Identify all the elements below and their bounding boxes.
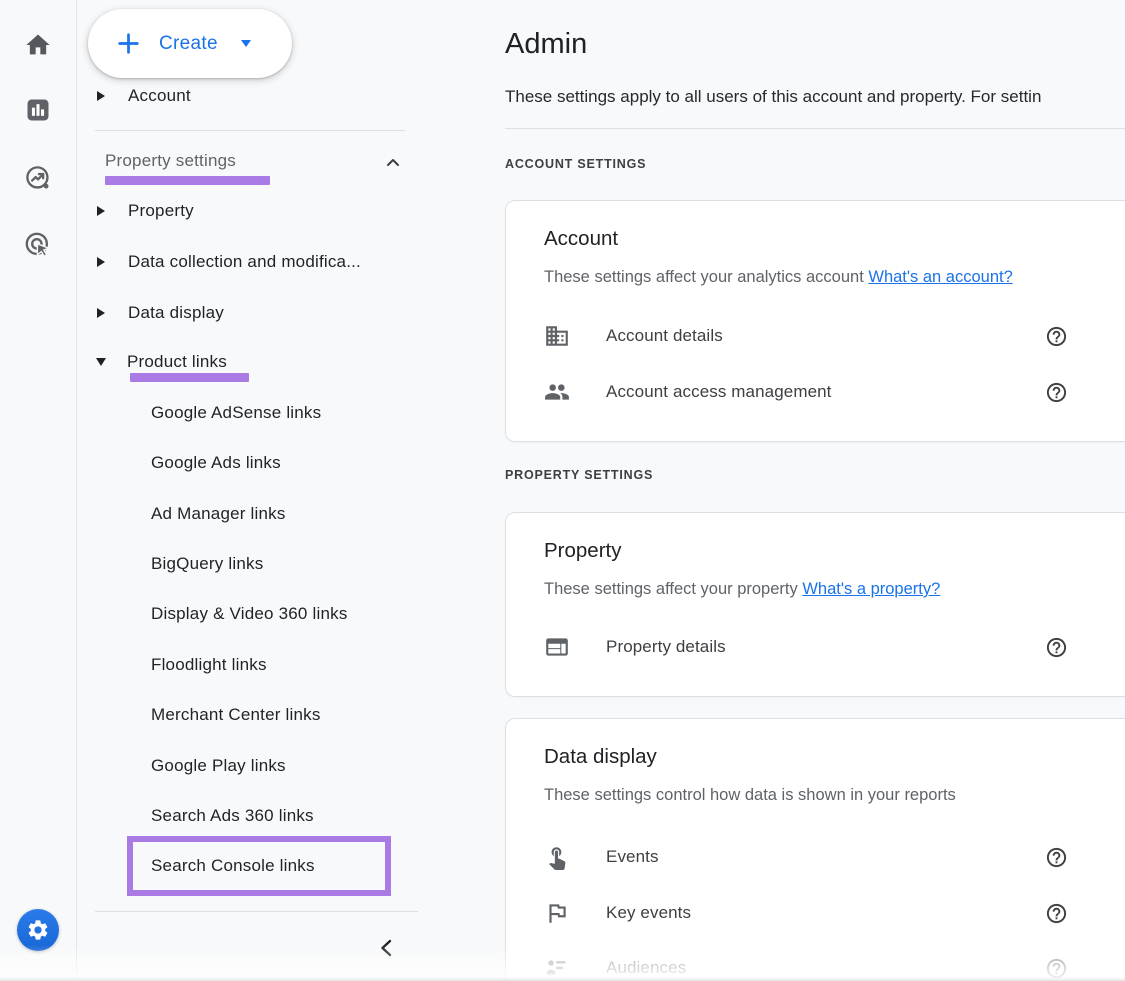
- chevron-up-icon[interactable]: [384, 154, 402, 170]
- sidebar-item-label: Search Console links: [151, 856, 315, 876]
- explore-icon[interactable]: [24, 164, 52, 192]
- card-row-label: Events: [606, 847, 1045, 867]
- card-row-property-details[interactable]: Property details: [544, 630, 1068, 664]
- flag-icon: [544, 900, 570, 926]
- card-row-account-access-management[interactable]: Account access management: [544, 375, 1068, 409]
- sidebar-item-label: Google AdSense links: [151, 403, 321, 423]
- whats-a-property-link[interactable]: What's a property?: [802, 580, 940, 598]
- sidebar-item-label: Google Play links: [151, 756, 286, 776]
- caret-down-icon: [241, 40, 251, 47]
- sidebar-item-data-collection[interactable]: Data collection and modifica...: [97, 249, 361, 275]
- sidebar-item-ad-manager-links[interactable]: Ad Manager links: [151, 501, 286, 527]
- property-card: Property These settings affect your prop…: [505, 512, 1125, 697]
- sidebar-item-floodlight-links[interactable]: Floodlight links: [151, 652, 267, 678]
- card-row-events[interactable]: Events: [544, 840, 1068, 874]
- create-button[interactable]: Create: [88, 9, 292, 78]
- card-description-text: These settings control how data is shown…: [544, 786, 956, 804]
- card-description-text: These settings affect your property: [544, 580, 802, 598]
- card-title: Property: [544, 539, 621, 563]
- sidebar-item-label: Product links: [127, 352, 227, 372]
- sidebar-item-label: Data collection and modifica...: [128, 252, 361, 272]
- sidebar-item-label: Ad Manager links: [151, 504, 286, 524]
- divider: [505, 128, 1125, 129]
- people-icon: [544, 379, 570, 405]
- page-title: Admin: [505, 28, 587, 61]
- touch-icon: [544, 844, 570, 870]
- expand-right-icon: [97, 206, 105, 216]
- help-icon[interactable]: [1045, 381, 1068, 404]
- expand-right-icon: [97, 257, 105, 267]
- plus-icon: [115, 30, 142, 57]
- card-description: These settings affect your property What…: [544, 580, 940, 599]
- admin-main-content: Admin These settings apply to all users …: [505, 0, 1125, 981]
- sidebar-item-label: Merchant Center links: [151, 705, 321, 725]
- help-icon[interactable]: [1045, 846, 1068, 869]
- help-icon[interactable]: [1045, 957, 1068, 980]
- home-icon[interactable]: [24, 31, 52, 59]
- card-row-label: Account access management: [606, 382, 1045, 402]
- divider: [95, 911, 418, 912]
- page-subtitle: These settings apply to all users of thi…: [505, 87, 1041, 107]
- sidebar-item-label: Property: [128, 201, 194, 221]
- card-row-key-events[interactable]: Key events: [544, 896, 1068, 930]
- help-icon[interactable]: [1045, 325, 1068, 348]
- section-label-account-settings: ACCOUNT SETTINGS: [505, 157, 646, 171]
- app-rail: [0, 0, 77, 981]
- card-title: Data display: [544, 745, 657, 769]
- whats-an-account-link[interactable]: What's an account?: [868, 268, 1012, 286]
- building-icon: [544, 323, 570, 349]
- sidebar-item-merchant-center-links[interactable]: Merchant Center links: [151, 702, 321, 728]
- account-card: Account These settings affect your analy…: [505, 200, 1125, 442]
- sidebar-item-bigquery-links[interactable]: BigQuery links: [151, 551, 263, 577]
- sidebar-item-label: Search Ads 360 links: [151, 806, 314, 826]
- sidebar-item-product-links[interactable]: Product links: [96, 349, 227, 375]
- sidebar-item-label: Google Ads links: [151, 453, 281, 473]
- advertising-icon[interactable]: [24, 231, 52, 259]
- card-row-label: Audiences: [606, 958, 1045, 978]
- reports-icon[interactable]: [24, 96, 52, 124]
- ga-admin-page: Create Account Property settings Propert…: [0, 0, 1125, 981]
- card-row-label: Account details: [606, 326, 1045, 346]
- sidebar-item-search-ads-360-links[interactable]: Search Ads 360 links: [151, 803, 314, 829]
- sidebar-item-label: BigQuery links: [151, 554, 263, 574]
- card-description: These settings control how data is shown…: [544, 786, 956, 805]
- card-row-label: Key events: [606, 903, 1045, 923]
- expand-down-icon: [96, 358, 106, 366]
- web-icon: [544, 634, 570, 660]
- sidebar-item-label: Data display: [128, 303, 224, 323]
- sidebar-item-display-video-360-links[interactable]: Display & Video 360 links: [151, 601, 348, 627]
- card-row-label: Property details: [606, 637, 1045, 657]
- annotation-underline-product-links: [130, 373, 249, 382]
- sidebar-section-property-settings[interactable]: Property settings: [105, 148, 236, 174]
- sidebar-item-label: Floodlight links: [151, 655, 267, 675]
- divider: [95, 130, 405, 131]
- create-label: Create: [159, 33, 218, 55]
- expand-right-icon: [97, 91, 105, 101]
- sidebar-item-search-console-links[interactable]: Search Console links: [151, 853, 315, 879]
- card-row-audiences[interactable]: Audiences: [544, 951, 1068, 981]
- section-header-label: Property settings: [105, 151, 236, 171]
- section-label-property-settings: PROPERTY SETTINGS: [505, 468, 653, 482]
- annotation-underline-property-settings: [105, 176, 270, 185]
- card-row-account-details[interactable]: Account details: [544, 319, 1068, 353]
- sidebar-item-label: Account: [128, 86, 191, 106]
- audiences-icon: [544, 955, 570, 981]
- sidebar-item-data-display[interactable]: Data display: [97, 300, 224, 326]
- sidebar-item-property[interactable]: Property: [97, 198, 194, 224]
- card-description-text: These settings affect your analytics acc…: [544, 268, 868, 286]
- sidebar-item-label: Display & Video 360 links: [151, 604, 348, 624]
- sidebar-item-account[interactable]: Account: [97, 83, 191, 109]
- card-description: These settings affect your analytics acc…: [544, 268, 1013, 287]
- card-title: Account: [544, 227, 618, 251]
- expand-right-icon: [97, 308, 105, 318]
- data-display-card: Data display These settings control how …: [505, 718, 1125, 981]
- sidebar-item-google-adsense-links[interactable]: Google AdSense links: [151, 400, 321, 426]
- help-icon[interactable]: [1045, 902, 1068, 925]
- settings-gear-icon[interactable]: [17, 909, 59, 951]
- help-icon[interactable]: [1045, 636, 1068, 659]
- collapse-sidebar-chevron-left-icon[interactable]: [376, 937, 398, 959]
- sidebar-item-google-ads-links[interactable]: Google Ads links: [151, 450, 281, 476]
- sidebar-item-google-play-links[interactable]: Google Play links: [151, 753, 286, 779]
